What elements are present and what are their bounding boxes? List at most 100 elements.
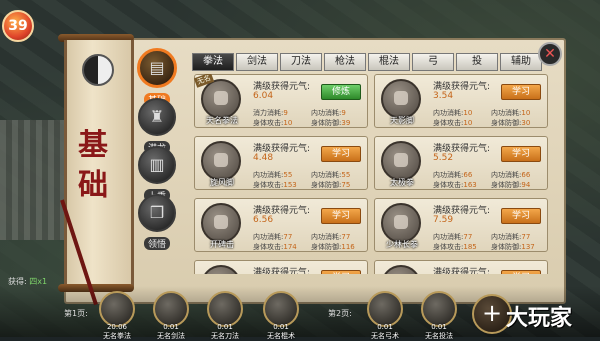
category-icon: ▥ (138, 146, 176, 184)
cost-label: 满级获得元气: (253, 268, 311, 274)
skill-card[interactable]: 满级获得元气: 8.62 学习 (194, 260, 368, 274)
skill-card[interactable]: 满级获得元气: 8.62 学习 (374, 260, 548, 274)
slot-skill-icon (207, 291, 243, 327)
stat-consume: 内功消耗:77 身体攻击:174 (253, 233, 297, 251)
cost-value: 5.52 (433, 153, 454, 163)
fist-icon (201, 203, 241, 243)
stat-defense: 内功消耗:10 身体防御:30 (491, 109, 531, 127)
skill-name: 太极拳 (390, 178, 414, 187)
page-2-label: 第2页: (328, 309, 352, 318)
skill-card[interactable]: 旋风脚 满级获得元气: 4.48 内功消耗:55 身体攻击:153 内功消耗:55… (194, 136, 368, 190)
close-button[interactable]: ✕ (538, 42, 562, 66)
slot-value: 0.01 (273, 323, 289, 331)
stat-consume: 内功消耗:10 身体攻击:10 (433, 109, 473, 127)
tab-7[interactable]: 辅助 (500, 53, 542, 71)
slot-value: 0.01 (163, 323, 179, 331)
cost-value: 6.04 (253, 91, 274, 101)
skill-name: 少林长拳 (386, 240, 418, 249)
tab-6[interactable]: 投 (456, 53, 498, 71)
stat-consume: 内功消耗:55 身体攻击:153 (253, 171, 297, 189)
skill-slot[interactable]: 0.01 无名棍术 (256, 291, 306, 341)
slot-skill-icon (263, 291, 299, 327)
skill-grid: 无名 天名拳法 满级获得元气: 6.04 消力消耗:9 身体攻击:10 内功消耗:… (194, 74, 550, 274)
stat-consume: 内功消耗:77 身体攻击:185 (433, 233, 477, 251)
skill-card[interactable]: 少林长拳 满级获得元气: 7.59 内功消耗:77 身体攻击:185 内功消耗:7… (374, 198, 548, 252)
tab-4[interactable]: 棍法 (368, 53, 410, 71)
skill-type-tabs: 拳法 剑法 刀法 枪法 棍法弓投辅助 (192, 53, 542, 71)
skill-card[interactable]: 无名 天名拳法 满级获得元气: 6.04 消力消耗:9 身体攻击:10 内功消耗:… (194, 74, 368, 128)
slot-name: 无名剑法 (157, 332, 185, 340)
cultivate-button[interactable]: 修炼 (321, 84, 361, 100)
obtain-value: 四x1 (29, 277, 48, 286)
cost-value: 7.59 (433, 215, 454, 225)
player-level-badge[interactable]: 39 (2, 10, 34, 42)
slot-skill-icon (421, 291, 457, 327)
fist-icon (201, 79, 241, 119)
tab-5[interactable]: 弓 (412, 53, 454, 71)
slot-value: 0.01 (377, 323, 393, 331)
learn-button[interactable]: 学习 (501, 146, 541, 162)
category-3[interactable]: ❒ 领悟 (134, 194, 180, 251)
slot-value: 20.06 (106, 323, 128, 331)
slot-value: 0.01 (217, 323, 233, 331)
learn-button[interactable]: 学习 (321, 208, 361, 224)
stat-defense: 内功消耗:77 身体防御:116 (311, 233, 355, 251)
slot-name: 无名投法 (425, 332, 453, 340)
page-1-label: 第1页: (64, 309, 88, 318)
fist-icon (381, 265, 421, 274)
fist-icon (381, 203, 421, 243)
fist-icon (201, 141, 241, 181)
tab-0[interactable]: 拳法 (192, 53, 234, 71)
slot-name: 无名刀法 (211, 332, 239, 340)
fist-icon (381, 79, 421, 119)
category-label: 领悟 (143, 237, 170, 250)
stat-defense: 内功消耗:77 身体防御:137 (491, 233, 535, 251)
cost-label: 满级获得元气: (433, 268, 491, 274)
skill-slot[interactable]: 0.01 无名投法 (414, 291, 464, 341)
slot-name: 无名棍术 (267, 332, 295, 340)
tab-1[interactable]: 剑法 (236, 53, 278, 71)
slot-name: 无名拳法 (103, 332, 131, 340)
learn-button[interactable]: 学习 (501, 84, 541, 100)
skill-card[interactable]: 开碑击 满级获得元气: 6.56 内功消耗:77 身体攻击:174 内功消耗:77… (194, 198, 368, 252)
skill-card[interactable]: 太极拳 满级获得元气: 5.52 内功消耗:66 身体攻击:163 内功消耗:66… (374, 136, 548, 190)
slot-skill-icon (99, 291, 135, 327)
learn-button[interactable]: 学习 (501, 270, 541, 274)
obtain-label: 获得: (8, 277, 27, 286)
skill-slot[interactable]: 0.01 无名剑法 (146, 291, 196, 341)
stat-defense: 内功消耗:66 身体防御:94 (491, 171, 531, 189)
skill-slot[interactable]: 20.06 无名拳法 (92, 291, 142, 341)
tab-3[interactable]: 枪法 (324, 53, 366, 71)
learn-button[interactable]: 学习 (501, 208, 541, 224)
skill-name: 天名拳法 (206, 116, 238, 125)
tab-2[interactable]: 刀法 (280, 53, 322, 71)
category-icon: ▤ (137, 48, 177, 88)
stat-consume: 消力消耗:9 身体攻击:10 (253, 109, 293, 127)
slot-skill-icon (367, 291, 403, 327)
yin-yang-icon (82, 54, 114, 86)
skill-slot[interactable]: 0.01 无名刀法 (200, 291, 250, 341)
cost-value: 4.48 (253, 153, 274, 163)
category-icon: ❒ (138, 194, 176, 232)
slot-name: 无名弓术 (371, 332, 399, 340)
cost-value: 6.56 (253, 215, 274, 225)
skill-name: 旋风脚 (210, 178, 234, 187)
learn-button[interactable]: 学习 (321, 146, 361, 162)
watermark-logo: 大玩家 (506, 305, 573, 331)
scroll-title-char-1: 基 (78, 128, 108, 163)
skill-slot[interactable]: 0.01 无名弓术 (360, 291, 410, 341)
stat-consume: 内功消耗:66 身体攻击:163 (433, 171, 477, 189)
stat-defense: 内功消耗:55 身体防御:75 (311, 171, 351, 189)
skill-card[interactable]: 天影脚 满级获得元气: 3.54 内功消耗:10 身体攻击:10 内功消耗:10 身… (374, 74, 548, 128)
skill-name: 天影脚 (390, 116, 414, 125)
scroll-title-char-2: 础 (78, 168, 108, 203)
cost-value: 3.54 (433, 91, 454, 101)
slot-skill-icon (153, 291, 189, 327)
stone-railing (0, 120, 70, 240)
skill-name: 开碑击 (210, 240, 234, 249)
fist-icon (381, 141, 421, 181)
stat-defense: 内功消耗:9 身体防御:39 (311, 109, 351, 127)
category-icon: ♜ (138, 98, 176, 136)
learn-button[interactable]: 学习 (321, 270, 361, 274)
slot-value: 0.01 (431, 323, 447, 331)
